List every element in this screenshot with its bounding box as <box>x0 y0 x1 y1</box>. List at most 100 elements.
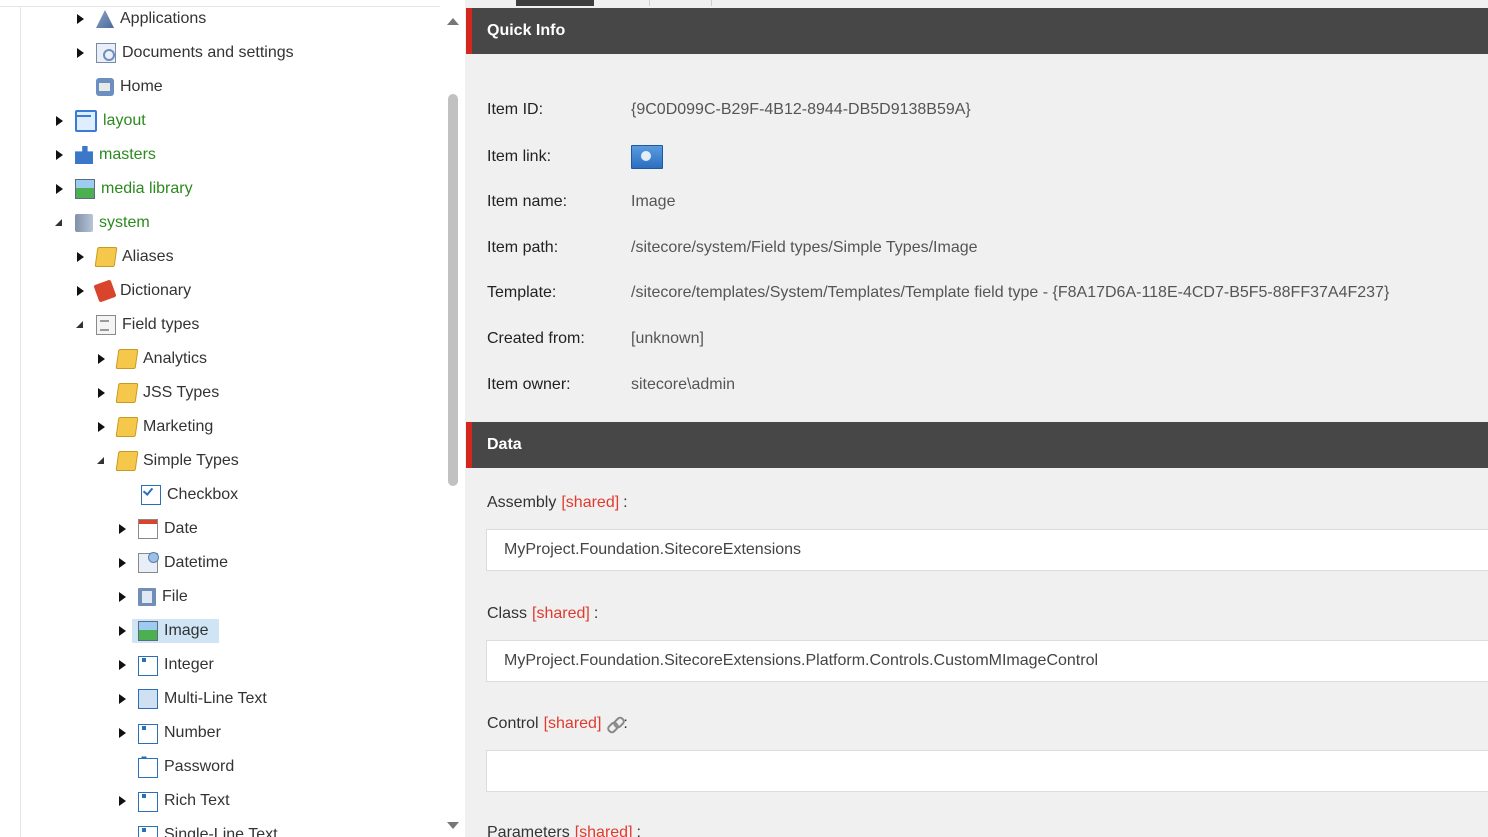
expand-arrow-icon[interactable] <box>53 182 67 196</box>
tree-node-label: Date <box>164 520 198 537</box>
item-id-label: Item ID: <box>487 101 544 118</box>
tree-node-marketing[interactable]: Marketing <box>95 414 218 440</box>
expand-arrow-icon[interactable] <box>95 352 109 366</box>
folder-icon <box>115 383 139 403</box>
tab-separator <box>649 0 650 6</box>
item-owner-label: Item owner: <box>487 376 571 393</box>
item-id-value: {9C0D099C-B29F-4B12-8944-DB5D9138B59A} <box>631 101 971 118</box>
expand-arrow-icon[interactable] <box>95 420 109 434</box>
field-name: Control <box>487 715 539 732</box>
expand-arrow-icon[interactable] <box>116 590 130 604</box>
tree-node-documents-and-settings[interactable]: Documents and settings <box>74 40 299 66</box>
scroll-up-arrow-icon[interactable] <box>447 18 459 25</box>
tab-content[interactable] <box>516 0 594 6</box>
expand-arrow-icon[interactable] <box>116 658 130 672</box>
tree-scrollbar[interactable] <box>443 10 463 837</box>
expand-arrow-icon[interactable] <box>116 624 130 638</box>
item-owner-row: Item owner: sitecore\admin <box>487 373 735 397</box>
control-input[interactable] <box>486 750 1488 792</box>
folder-icon <box>115 417 139 437</box>
tree-node-layout[interactable]: layout <box>53 108 151 134</box>
tree-node-simple-types[interactable]: Simple Types <box>95 448 244 474</box>
folder-icon <box>115 451 139 471</box>
template-label: Template: <box>487 284 557 301</box>
editor-tab-strip <box>466 0 1488 6</box>
selected-highlight[interactable]: Image <box>132 619 220 643</box>
item-path-value: /sitecore/system/Field types/Simple Type… <box>631 239 978 256</box>
expand-arrow-icon[interactable] <box>74 12 88 26</box>
picture-icon <box>138 621 158 641</box>
scrollbar-thumb[interactable] <box>448 94 458 486</box>
assembly-value: MyProject.Foundation.SitecoreExtensions <box>504 541 802 558</box>
tree-node-number[interactable]: Number <box>116 720 226 746</box>
template-value[interactable]: /sitecore/templates/System/Templates/Tem… <box>631 284 1389 302</box>
data-section-header[interactable]: Data <box>466 422 1488 468</box>
tree-node-multi-line-text[interactable]: Multi-Line Text <box>116 686 272 712</box>
tree-node-analytics[interactable]: Analytics <box>95 346 212 372</box>
tree-node-media-library[interactable]: media library <box>53 176 198 202</box>
tree-node-rich-text[interactable]: Rich Text <box>116 788 235 814</box>
assembly-input[interactable]: MyProject.Foundation.SitecoreExtensions <box>486 529 1488 571</box>
item-link-icon[interactable] <box>631 145 663 169</box>
tree-node-label: Checkbox <box>167 486 239 503</box>
tree-node-label: Datetime <box>164 554 229 571</box>
tree-node-image[interactable]: Image <box>116 618 220 644</box>
expand-arrow-icon[interactable] <box>116 692 130 706</box>
expand-arrow-icon[interactable] <box>116 726 130 740</box>
layout-icon <box>75 110 97 132</box>
class-field-label: Class [shared] : <box>487 605 598 623</box>
tree-node-jss-types[interactable]: JSS Types <box>95 380 224 406</box>
expand-arrow-icon[interactable] <box>116 556 130 570</box>
expand-arrow-icon[interactable] <box>74 250 88 264</box>
expand-arrow-icon[interactable] <box>74 284 88 298</box>
tree-node-date[interactable]: Date <box>116 516 203 542</box>
expand-arrow-icon[interactable] <box>53 148 67 162</box>
expand-arrow-icon[interactable] <box>74 46 88 60</box>
puzzle-icon <box>75 146 93 164</box>
scroll-down-arrow-icon[interactable] <box>447 822 459 829</box>
tree-node-checkbox[interactable]: Checkbox <box>116 482 243 508</box>
tree-node-integer[interactable]: Integer <box>116 652 219 678</box>
expand-arrow-icon[interactable] <box>116 794 130 808</box>
item-link-row: Item link: <box>487 145 663 169</box>
tree-node-label: Dictionary <box>120 282 192 299</box>
collapse-arrow-icon[interactable] <box>95 454 109 468</box>
tree-node-label: Number <box>164 724 221 741</box>
tree-node-label: layout <box>103 112 146 129</box>
section-accent-bar <box>466 8 472 54</box>
tree-node-label: Marketing <box>143 418 214 435</box>
collapse-arrow-icon[interactable] <box>53 216 67 230</box>
tree-node-field-types[interactable]: Field types <box>74 312 204 338</box>
document-icon <box>96 315 116 335</box>
tree-node-label: Integer <box>164 656 214 673</box>
text-field-icon <box>138 724 158 744</box>
tree-node-single-line-text[interactable]: Single-Line Text <box>116 822 283 837</box>
tree-node-password[interactable]: Password <box>116 753 239 780</box>
expand-arrow-icon[interactable] <box>95 386 109 400</box>
field-name: Parameters <box>487 824 570 837</box>
link-chain-icon[interactable] <box>607 717 623 731</box>
text-field-icon <box>138 656 158 676</box>
tree-node-applications[interactable]: Applications <box>74 6 211 32</box>
tree-node-file[interactable]: File <box>116 584 193 610</box>
folder-icon <box>115 349 139 369</box>
template-row: Template: /sitecore/templates/System/Tem… <box>487 281 1389 305</box>
expand-arrow-icon[interactable] <box>53 114 67 128</box>
tree-node-datetime[interactable]: Datetime <box>116 550 233 576</box>
tree-node-aliases[interactable]: Aliases <box>74 244 179 270</box>
quick-info-header[interactable]: Quick Info <box>466 8 1488 54</box>
tab-separator <box>711 0 712 6</box>
tree-node-label: JSS Types <box>143 384 220 401</box>
expand-arrow-icon[interactable] <box>116 522 130 536</box>
tree-node-system[interactable]: system <box>53 210 155 236</box>
tree-node-dictionary[interactable]: Dictionary <box>74 278 196 304</box>
class-value: MyProject.Foundation.SitecoreExtensions.… <box>504 652 1099 669</box>
tree-node-label: Applications <box>120 10 207 27</box>
tree-node-home[interactable]: Home <box>74 74 168 100</box>
class-input[interactable]: MyProject.Foundation.SitecoreExtensions.… <box>486 640 1488 682</box>
collapse-arrow-icon[interactable] <box>74 318 88 332</box>
home-icon <box>96 78 114 96</box>
tree-node-masters[interactable]: masters <box>53 142 161 168</box>
created-from-row: Created from: [unknown] <box>487 327 704 351</box>
field-colon: : <box>623 494 628 511</box>
